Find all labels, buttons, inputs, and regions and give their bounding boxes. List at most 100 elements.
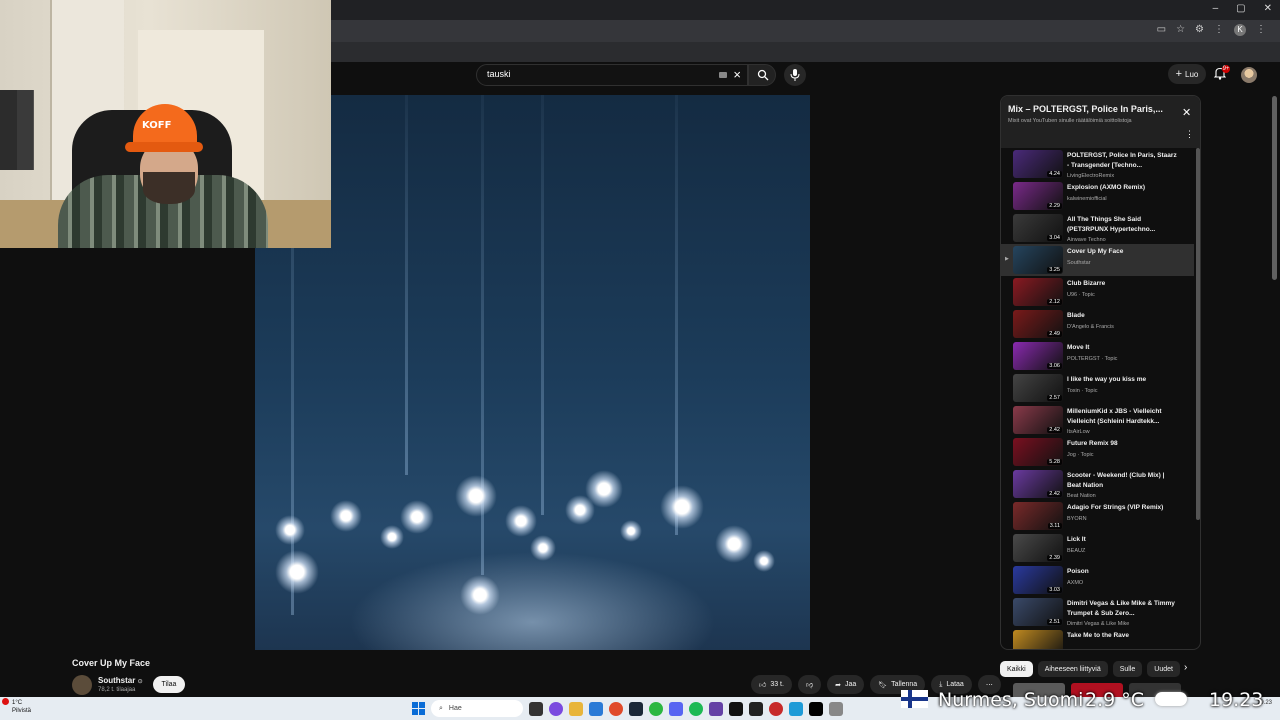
duration-badge: 3.11 xyxy=(1047,523,1062,529)
keyboard-icon[interactable] xyxy=(719,72,727,78)
playlist-item[interactable]: 2.39 Lick It BEAUZ xyxy=(1001,532,1194,564)
browser-menu-icon[interactable]: ⋮ xyxy=(1256,24,1266,36)
duration-badge: 2.49 xyxy=(1047,331,1062,337)
outlook-icon[interactable] xyxy=(589,701,603,716)
playlist-item-title: POLTERGST, Police In Paris, Staarz - Tra… xyxy=(1067,152,1177,169)
maximize-button[interactable]: ▢ xyxy=(1236,3,1245,14)
account-avatar[interactable] xyxy=(1241,67,1257,83)
subscribe-button[interactable]: Tilaa xyxy=(153,676,185,693)
playlist-thumbnail[interactable]: 3.04 xyxy=(1013,214,1063,242)
chip-for-you[interactable]: Sulle xyxy=(1112,661,1143,677)
playlist-header: Mix – POLTERGST, Police In Paris,... Mix… xyxy=(1001,96,1200,148)
playlist-item[interactable]: 2.57 I like the way you kiss me Toxin · To… xyxy=(1001,372,1194,404)
recommendation-chips: Kaikki Aiheeseen liittyviä Sulle Uudet xyxy=(1000,661,1180,677)
playlist-item[interactable]: 2.49 Blade D'Angelo & Francis xyxy=(1001,308,1194,340)
stage-light xyxy=(620,520,642,542)
obs-icon[interactable] xyxy=(729,701,743,716)
more-horizontal-icon: ⋯ xyxy=(985,681,993,689)
playlist-thumbnail[interactable]: 3.03 xyxy=(1013,566,1063,594)
file-explorer-icon[interactable] xyxy=(569,701,583,716)
spotify-icon[interactable] xyxy=(689,701,703,716)
video-title: Cover Up My Face xyxy=(72,658,151,668)
copilot-icon[interactable] xyxy=(549,701,563,716)
playlist-item[interactable]: 3.11 Adagio For Strings (VIP Remix) BYORN xyxy=(1001,500,1194,532)
playlist-item[interactable]: 2.42 Scooter - Weekend! (Club Mix) | Beat… xyxy=(1001,468,1194,500)
bookmark-star-icon[interactable]: ☆ xyxy=(1176,24,1185,36)
dislike-button[interactable]: 👎︎ xyxy=(797,675,822,694)
page-scrollbar[interactable] xyxy=(1272,96,1277,280)
profile-avatar[interactable]: K xyxy=(1234,24,1246,36)
playlist-thumbnail[interactable]: 2.12 xyxy=(1013,278,1063,306)
playlist-thumbnail[interactable]: 5.28 xyxy=(1013,438,1063,466)
channel-name[interactable]: Southstar ⊙ xyxy=(98,676,143,685)
playlist-thumbnail[interactable]: 2.49 xyxy=(1013,310,1063,338)
playlist-item[interactable]: 5.28 Future Remix 98 Jog · Topic xyxy=(1001,436,1194,468)
light-beam xyxy=(541,95,544,515)
chip-all[interactable]: Kaikki xyxy=(1000,661,1033,677)
duration-badge: 2.57 xyxy=(1047,395,1062,401)
playlist-menu-icon[interactable]: ⋮ xyxy=(1185,129,1194,140)
playlist-item[interactable]: ▶ 3.25 Cover Up My Face Southstar xyxy=(1001,244,1194,276)
mic-icon xyxy=(790,69,800,81)
playlist-thumbnail[interactable]: 2.29 xyxy=(1013,182,1063,210)
playlist-item-channel: BYORN xyxy=(1067,516,1087,522)
minimize-button[interactable]: – xyxy=(1213,3,1219,14)
playlist-thumbnail[interactable]: 2.42 xyxy=(1013,406,1063,434)
chip-new[interactable]: Uudet xyxy=(1147,661,1180,677)
search-button[interactable] xyxy=(748,64,776,86)
playlist-thumbnail[interactable]: 2.39 xyxy=(1013,534,1063,562)
duration-badge: 2.42 xyxy=(1047,427,1062,433)
twitch-icon[interactable] xyxy=(709,701,723,716)
chevron-right-icon[interactable]: › xyxy=(1184,662,1187,673)
playlist-item[interactable]: 3.03 Poison AXMO xyxy=(1001,564,1194,596)
weather-temp: 1°C xyxy=(12,700,23,706)
capcut-icon[interactable] xyxy=(749,701,763,716)
close-window-button[interactable]: ✕ xyxy=(1264,3,1272,14)
clear-search-icon[interactable]: × xyxy=(733,67,741,82)
cap-logo: KOFF xyxy=(142,120,172,131)
discord-icon[interactable] xyxy=(669,701,683,716)
share-button[interactable]: ➦ Jaa xyxy=(827,675,865,694)
app-icon-red[interactable] xyxy=(769,701,783,716)
search-input[interactable]: tauski × xyxy=(476,64,748,86)
channel-avatar[interactable] xyxy=(72,675,92,695)
playlist-thumbnail[interactable]: 2.51 xyxy=(1013,598,1063,626)
playlist-item[interactable]: 2.42 MilleniumKid x JBS - Vielleicht Viel… xyxy=(1001,404,1194,436)
task-view-icon[interactable] xyxy=(529,701,543,716)
playlist-thumbnail[interactable]: 3.06 xyxy=(1013,342,1063,370)
playlist-item[interactable]: 2.51 Dimitri Vegas & Like Mike & Timmy Tr… xyxy=(1001,596,1194,628)
playlist-thumbnail[interactable] xyxy=(1013,630,1063,649)
playlist-thumbnail[interactable]: 2.57 xyxy=(1013,374,1063,402)
chrome-icon[interactable] xyxy=(609,701,623,716)
voice-search-button[interactable] xyxy=(784,64,806,86)
extensions-icon[interactable]: ⚙ xyxy=(1195,24,1204,36)
close-playlist-icon[interactable]: ✕ xyxy=(1182,106,1191,119)
video-player[interactable] xyxy=(255,95,810,650)
weather-widget[interactable]: 1°C Pilvistä xyxy=(12,699,31,715)
playlist-item[interactable]: Take Me to the Rave xyxy=(1001,628,1194,649)
playlist-thumbnail[interactable]: 4.24 xyxy=(1013,150,1063,178)
taskbar-search[interactable]: ⌕ Hae xyxy=(431,700,523,717)
playlist-item[interactable]: 3.06 Move It POLTERGST · Topic xyxy=(1001,340,1194,372)
playlist-thumbnail[interactable]: 2.42 xyxy=(1013,470,1063,498)
windows-start-icon[interactable] xyxy=(412,702,425,715)
like-button[interactable]: 👍︎ 33 t. xyxy=(751,675,792,694)
menu-dots-icon[interactable]: ⋮ xyxy=(1214,24,1224,36)
playlist-thumbnail[interactable]: 3.11 xyxy=(1013,502,1063,530)
webcam-coats xyxy=(0,90,48,170)
chip-related[interactable]: Aiheeseen liittyviä xyxy=(1037,661,1108,677)
playlist-thumbnail[interactable]: 3.25 xyxy=(1013,246,1063,274)
steam-icon[interactable] xyxy=(629,701,643,716)
create-button[interactable]: + Luo xyxy=(1168,64,1206,84)
duration-badge: 2.42 xyxy=(1047,491,1062,497)
playlist-scrollbar[interactable] xyxy=(1196,148,1200,520)
playlist-item[interactable]: 3.04 All The Things She Said (PET3RPUNX H… xyxy=(1001,212,1194,244)
app-icon-blue[interactable] xyxy=(789,701,803,716)
app-icon-gray[interactable] xyxy=(829,701,843,716)
playlist-item[interactable]: 4.24 POLTERGST, Police In Paris, Staarz -… xyxy=(1001,148,1194,180)
cast-icon[interactable]: ▭ xyxy=(1157,24,1166,36)
x-icon[interactable] xyxy=(809,701,823,716)
whatsapp-icon[interactable] xyxy=(649,701,663,716)
playlist-item[interactable]: 2.12 Club Bizarre U96 · Topic xyxy=(1001,276,1194,308)
playlist-item[interactable]: 2.29 Explosion (AXMO Remix) kalwinemioffic… xyxy=(1001,180,1194,212)
